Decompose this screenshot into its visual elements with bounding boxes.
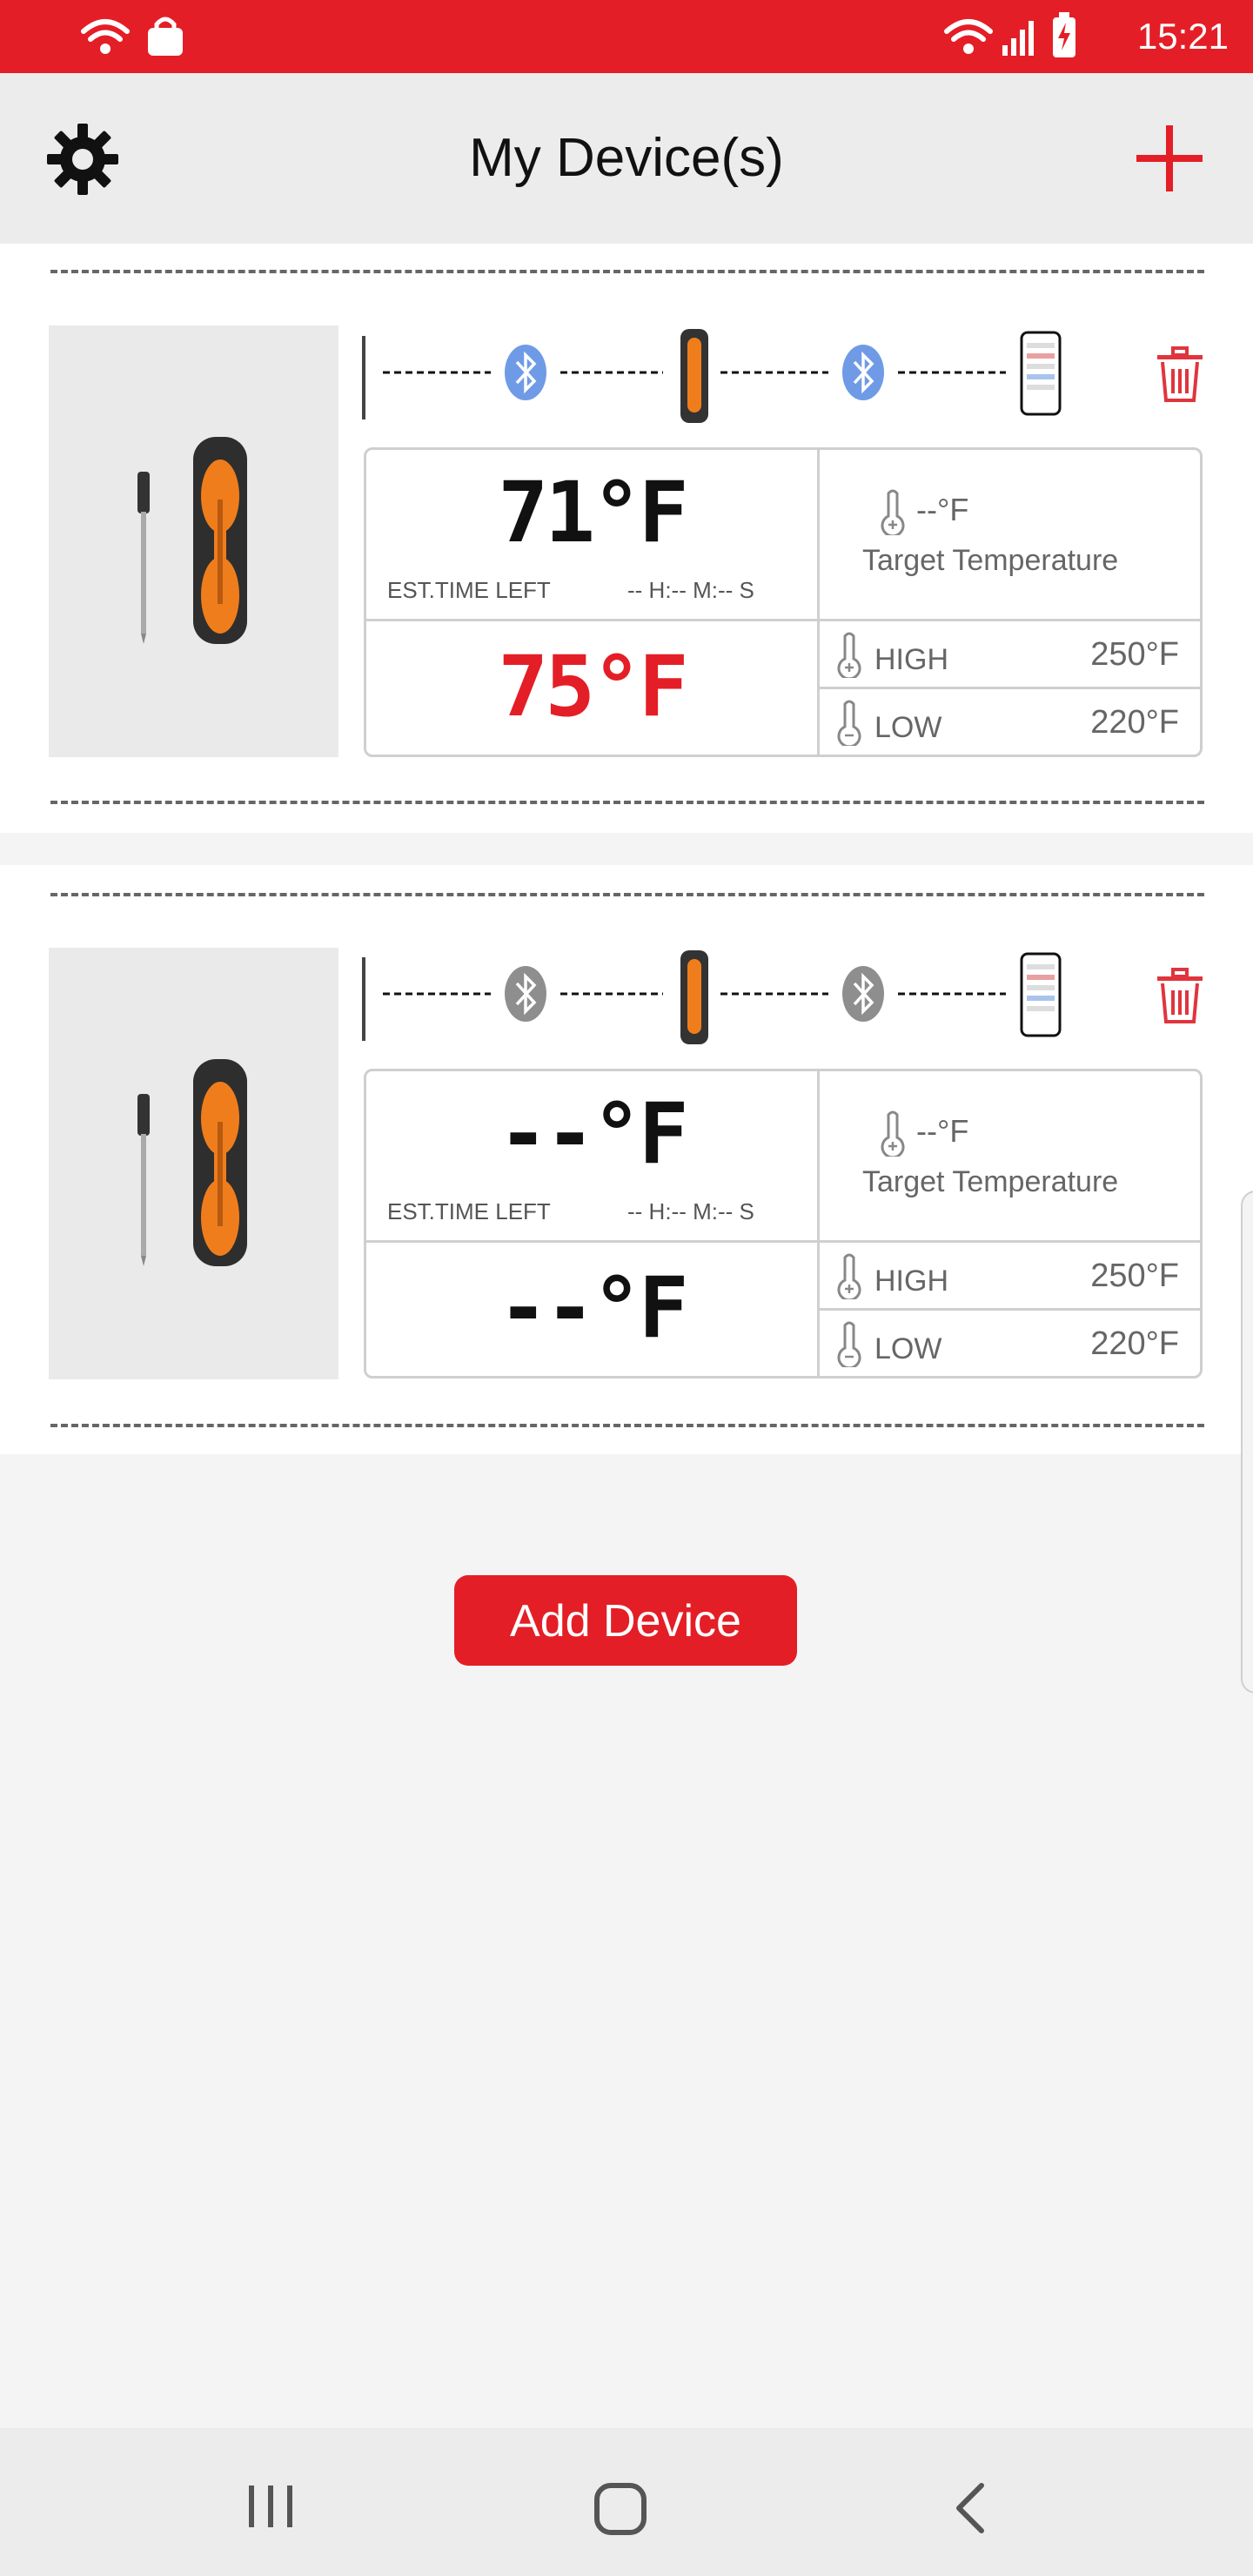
trash-icon xyxy=(1157,968,1203,1023)
current-temperature: --°F xyxy=(498,1085,688,1183)
est-time-label: EST.TIME LEFT xyxy=(387,1198,551,1224)
high-label: HIGH xyxy=(874,643,948,676)
divider xyxy=(50,270,1204,273)
current-temperature: 71°F xyxy=(498,464,688,561)
wifi-icon xyxy=(944,19,993,54)
navigation-bar xyxy=(0,2428,1253,2576)
ambient-temperature: --°F xyxy=(498,1259,688,1357)
status-bar: 15:21 xyxy=(0,0,1253,73)
thermometer-plus-icon xyxy=(837,632,861,678)
device-card[interactable]: 71°F EST.TIME LEFT -- H:-- M:-- S --°F T… xyxy=(0,244,1253,833)
delete-button[interactable] xyxy=(1156,346,1204,402)
low-label: LOW xyxy=(874,1332,942,1365)
page-title: My Device(s) xyxy=(469,128,784,188)
booster-icon xyxy=(680,950,708,1044)
est-time-value: -- H:-- M:-- S xyxy=(627,1198,754,1224)
device-card[interactable]: --°F EST.TIME LEFT -- H:-- M:-- S --°F T… xyxy=(0,865,1253,1454)
thermometer-minus-icon xyxy=(837,1321,861,1367)
ambient-temperature: 75°F xyxy=(498,638,688,735)
bluetooth-icon xyxy=(842,345,884,400)
home-icon[interactable] xyxy=(593,2482,647,2536)
probe-icon xyxy=(362,957,365,1041)
shopping-bag-icon xyxy=(148,17,183,56)
probe-icon xyxy=(362,336,365,419)
high-value: 250°F xyxy=(1090,636,1179,673)
divider xyxy=(50,1424,1204,1427)
add-device-button[interactable]: Add Device xyxy=(454,1575,797,1666)
bluetooth-icon xyxy=(505,966,546,1022)
thermometer-plus-icon xyxy=(837,1253,861,1299)
low-label: LOW xyxy=(874,711,942,744)
device-image xyxy=(49,948,338,1379)
phone-icon xyxy=(1020,331,1062,416)
thermometer-plus-icon xyxy=(881,489,905,535)
est-time-value: -- H:-- M:-- S xyxy=(627,577,754,603)
battery-charging-icon xyxy=(1053,12,1075,57)
connection-status xyxy=(358,327,1116,432)
est-time-label: EST.TIME LEFT xyxy=(387,577,551,603)
thermometer-minus-icon xyxy=(837,700,861,746)
divider xyxy=(50,893,1204,896)
bluetooth-icon xyxy=(505,345,546,400)
temperature-panel[interactable]: --°F EST.TIME LEFT -- H:-- M:-- S --°F T… xyxy=(364,1069,1203,1379)
recents-icon[interactable] xyxy=(245,2484,298,2529)
back-icon[interactable] xyxy=(950,2482,988,2534)
low-value: 220°F xyxy=(1090,704,1179,741)
high-value: 250°F xyxy=(1090,1258,1179,1294)
trash-icon xyxy=(1157,346,1203,402)
device-image xyxy=(49,325,338,757)
low-value: 220°F xyxy=(1090,1325,1179,1362)
thermometer-device-icon xyxy=(137,437,247,644)
status-time: 15:21 xyxy=(1136,16,1229,57)
phone-icon xyxy=(1020,952,1062,1037)
thermometer-plus-icon xyxy=(881,1110,905,1157)
thermometer-device-icon xyxy=(137,1059,247,1266)
high-label: HIGH xyxy=(874,1265,948,1298)
divider xyxy=(50,801,1204,804)
edge-panel-handle[interactable] xyxy=(1241,1191,1253,1694)
add-device-plus-button[interactable] xyxy=(1133,122,1206,195)
target-temperature-value: --°F xyxy=(916,1113,969,1149)
signal-icon xyxy=(1002,21,1034,56)
wifi-call-icon xyxy=(81,19,130,54)
plus-icon xyxy=(1136,125,1203,191)
booster-icon xyxy=(680,329,708,423)
connection-status xyxy=(358,949,1116,1053)
bluetooth-icon xyxy=(842,966,884,1022)
header: My Device(s) xyxy=(0,73,1253,244)
target-temperature-label: Target Temperature xyxy=(862,1165,1119,1198)
target-temperature-value: --°F xyxy=(916,492,969,527)
delete-button[interactable] xyxy=(1156,968,1204,1023)
temperature-panel[interactable]: 71°F EST.TIME LEFT -- H:-- M:-- S --°F T… xyxy=(364,447,1203,757)
target-temperature-label: Target Temperature xyxy=(862,544,1119,577)
